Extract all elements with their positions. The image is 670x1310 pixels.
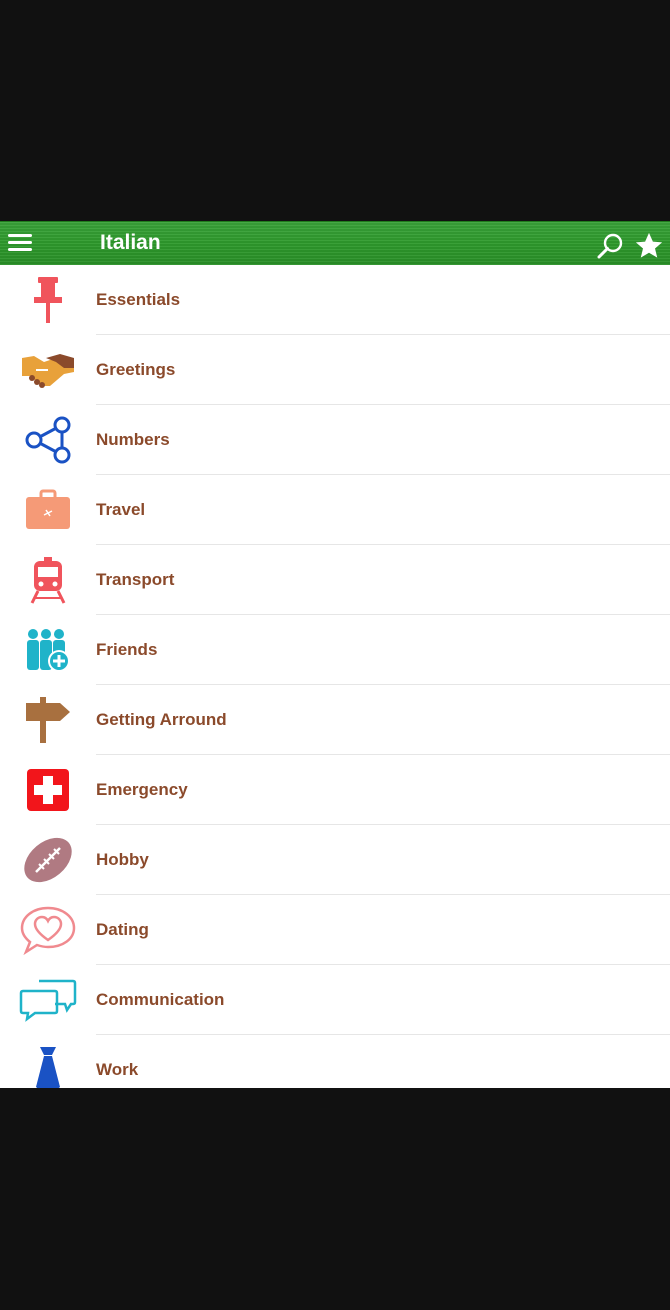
- list-item-label: Communication: [96, 990, 225, 1009]
- chat-bubbles-icon: [18, 975, 78, 1025]
- list-item-transport[interactable]: Transport: [0, 545, 670, 615]
- list-item-getting-arround[interactable]: Getting Arround: [0, 685, 670, 755]
- list-item-label: Travel: [96, 500, 146, 519]
- pushpin-icon: [18, 275, 78, 325]
- hamburger-icon-line: [8, 241, 32, 244]
- first-aid-icon: [18, 765, 78, 815]
- list-item-communication[interactable]: Communication: [0, 965, 670, 1035]
- football-icon: [18, 835, 78, 885]
- star-icon[interactable]: [634, 231, 664, 261]
- suitcase-icon: [18, 485, 78, 535]
- signpost-icon: [18, 695, 78, 745]
- list-item-label: Transport: [96, 570, 175, 589]
- list-item-greetings[interactable]: Greetings: [0, 335, 670, 405]
- hamburger-icon: [8, 234, 32, 237]
- share-nodes-icon: [18, 415, 78, 465]
- necktie-icon: [18, 1045, 78, 1088]
- list-item-dating[interactable]: Dating: [0, 895, 670, 965]
- list-item-hobby[interactable]: Hobby: [0, 825, 670, 895]
- list-item-label: Getting Arround: [96, 710, 227, 729]
- hamburger-icon-line: [8, 248, 32, 251]
- page-title: Italian: [100, 231, 161, 254]
- list-item-friends[interactable]: Friends: [0, 615, 670, 685]
- list-item-label: Friends: [96, 640, 158, 659]
- list-item-label: Greetings: [96, 360, 176, 379]
- list-item-emergency[interactable]: Emergency: [0, 755, 670, 825]
- list-item-label: Work: [96, 1060, 139, 1079]
- list-item-label: Emergency: [96, 780, 188, 799]
- train-icon: [18, 555, 78, 605]
- list-item-work[interactable]: Work: [0, 1035, 670, 1088]
- list-item-essentials[interactable]: Essentials: [0, 265, 670, 335]
- list-item-travel[interactable]: Travel: [0, 475, 670, 545]
- menu-button[interactable]: [8, 234, 34, 254]
- add-friends-icon: [18, 625, 78, 675]
- app-bar: Italian: [0, 221, 670, 265]
- list-item-label: Hobby: [96, 850, 149, 869]
- search-icon[interactable]: [596, 232, 624, 260]
- category-list: Essentials Greetings Numbers Travel Tran…: [0, 265, 670, 1088]
- list-item-label: Dating: [96, 920, 149, 939]
- handshake-icon: [18, 345, 78, 395]
- list-item-label: Essentials: [96, 290, 181, 309]
- app-screen: Italian Essentials Greetings Numbers Tra…: [0, 221, 670, 1088]
- list-item-numbers[interactable]: Numbers: [0, 405, 670, 475]
- list-item-label: Numbers: [96, 430, 170, 449]
- heart-bubble-icon: [18, 905, 78, 955]
